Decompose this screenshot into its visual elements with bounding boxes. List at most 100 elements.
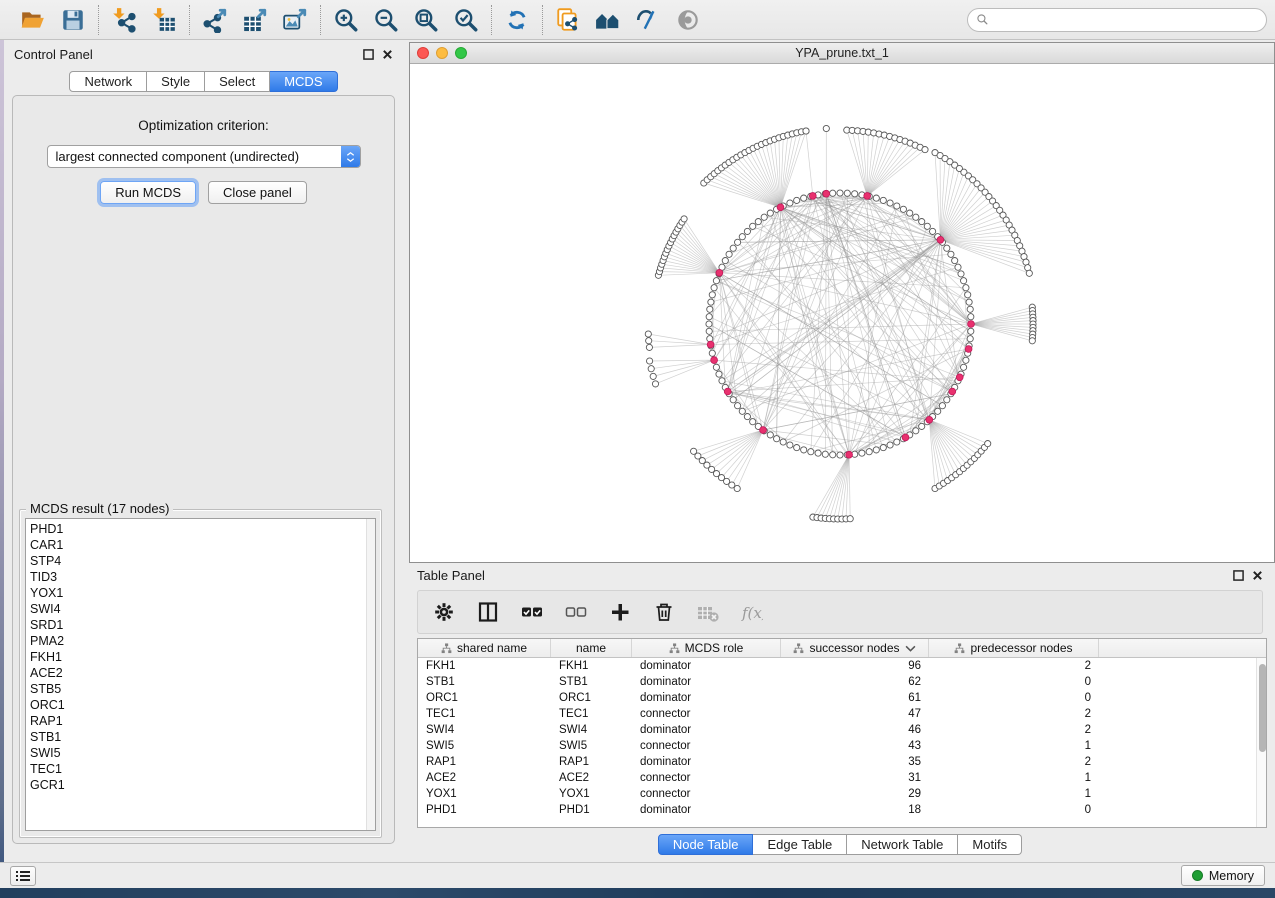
tab-edge-table[interactable]: Edge Table <box>753 834 847 855</box>
table-row[interactable]: TEC1TEC1connector472 <box>418 706 1256 722</box>
mcds-result-item[interactable]: SWI4 <box>30 601 371 617</box>
svg-text:f(x): f(x) <box>741 604 763 622</box>
table-cell: connector <box>632 738 781 754</box>
table-row[interactable]: FKH1FKH1dominator962 <box>418 658 1256 674</box>
table-row[interactable]: PHD1PHD1dominator180 <box>418 802 1256 818</box>
clone-network-button[interactable] <box>553 5 583 35</box>
tab-mcds[interactable]: MCDS <box>270 71 337 92</box>
tab-node-table[interactable]: Node Table <box>658 834 754 855</box>
mcds-result-item[interactable]: RAP1 <box>30 713 371 729</box>
column-header-name[interactable]: name <box>551 639 632 657</box>
tab-style[interactable]: Style <box>147 71 205 92</box>
table-scrollbar[interactable] <box>1256 658 1266 827</box>
table-row[interactable]: SWI5SWI5connector431 <box>418 738 1256 754</box>
column-header-shared-name[interactable]: shared name <box>418 639 551 657</box>
float-table-panel-icon[interactable] <box>1233 570 1244 581</box>
export-table-button[interactable] <box>240 5 270 35</box>
table-cell: 18 <box>781 802 929 818</box>
mcds-result-item[interactable]: ACE2 <box>30 665 371 681</box>
delete-column-button[interactable] <box>652 600 676 624</box>
table-toolbar: f(x) <box>417 590 1263 634</box>
tab-motifs[interactable]: Motifs <box>958 834 1022 855</box>
eye-slash-button[interactable] <box>633 5 663 35</box>
memory-button[interactable]: Memory <box>1181 865 1265 886</box>
open-folder-button[interactable] <box>18 5 48 35</box>
mcds-result-item[interactable]: STP4 <box>30 553 371 569</box>
mcds-result-item[interactable]: STB1 <box>30 729 371 745</box>
table-cell: connector <box>632 770 781 786</box>
table-cell: STB1 <box>551 674 632 690</box>
mcds-result-item[interactable]: SRD1 <box>30 617 371 633</box>
mcds-result-item[interactable]: GCR1 <box>30 777 371 793</box>
tab-network-table[interactable]: Network Table <box>847 834 958 855</box>
mcds-result-item[interactable]: STB5 <box>30 681 371 697</box>
import-table-button[interactable] <box>149 5 179 35</box>
unchecked-boxes-button[interactable] <box>564 600 588 624</box>
criterion-dropdown[interactable]: largest connected component (undirected) <box>47 145 361 168</box>
mcds-result-item[interactable]: CAR1 <box>30 537 371 553</box>
column-header-predecessor-nodes[interactable]: predecessor nodes <box>929 639 1099 657</box>
run-mcds-button[interactable]: Run MCDS <box>100 181 196 204</box>
table-panel-title: Table Panel <box>417 568 485 583</box>
mcds-result-item[interactable]: ORC1 <box>30 697 371 713</box>
control-panel: Control Panel NetworkStyleSelectMCDS Opt… <box>4 41 403 862</box>
zoom-out-button[interactable] <box>371 5 401 35</box>
table-cell: PHD1 <box>551 802 632 818</box>
network-window-titlebar[interactable]: YPA_prune.txt_1 <box>410 43 1274 64</box>
eye-slash-icon <box>635 7 661 33</box>
tab-select[interactable]: Select <box>205 71 270 92</box>
split-columns-icon <box>477 601 499 623</box>
column-header-MCDS-role[interactable]: MCDS role <box>632 639 781 657</box>
mcds-result-list[interactable]: PHD1CAR1STP4TID3YOX1SWI4SRD1PMA2FKH1ACE2… <box>25 518 376 831</box>
eye-disabled-button[interactable] <box>673 5 703 35</box>
zoom-selected-button[interactable] <box>451 5 481 35</box>
table-row[interactable]: SWI4SWI4dominator462 <box>418 722 1256 738</box>
mcds-result-scrollbar[interactable] <box>366 519 375 830</box>
export-image-button[interactable] <box>280 5 310 35</box>
mcds-result-item[interactable]: YOX1 <box>30 585 371 601</box>
checked-boxes-button[interactable] <box>520 600 544 624</box>
mcds-result-item[interactable]: SWI5 <box>30 745 371 761</box>
gear-button[interactable] <box>432 600 456 624</box>
export-network-button[interactable] <box>200 5 230 35</box>
close-panel-button[interactable]: Close panel <box>208 181 307 204</box>
table-row[interactable]: STB1STB1dominator620 <box>418 674 1256 690</box>
table-cell: dominator <box>632 722 781 738</box>
tab-network[interactable]: Network <box>69 71 147 92</box>
table-row[interactable]: ORC1ORC1dominator610 <box>418 690 1256 706</box>
table-row[interactable]: YOX1YOX1connector291 <box>418 786 1256 802</box>
column-shared-icon <box>441 643 452 654</box>
split-columns-button[interactable] <box>476 600 500 624</box>
search-input[interactable] <box>994 13 1258 27</box>
close-panel-icon[interactable] <box>382 49 393 60</box>
search-box[interactable] <box>967 8 1267 32</box>
table-cell: 0 <box>929 690 1099 706</box>
import-network-button[interactable] <box>109 5 139 35</box>
table-cell: 61 <box>781 690 929 706</box>
node-table[interactable]: shared namename MCDS role successor node… <box>417 638 1267 828</box>
add-column-icon <box>609 601 631 623</box>
refresh-button[interactable] <box>502 5 532 35</box>
table-row[interactable]: RAP1RAP1dominator352 <box>418 754 1256 770</box>
task-history-button[interactable] <box>10 866 36 886</box>
column-header-successor-nodes[interactable]: successor nodes <box>781 639 929 657</box>
zoom-fit-button[interactable] <box>411 5 441 35</box>
mcds-result-item[interactable]: PMA2 <box>30 633 371 649</box>
float-panel-icon[interactable] <box>363 49 374 60</box>
houses-button[interactable] <box>593 5 623 35</box>
zoom-in-button[interactable] <box>331 5 361 35</box>
export-table-icon <box>242 7 268 33</box>
mcds-result-item[interactable]: TEC1 <box>30 761 371 777</box>
table-cell: STB1 <box>418 674 551 690</box>
close-table-panel-icon[interactable] <box>1252 570 1263 581</box>
column-header-filler <box>1099 639 1266 657</box>
add-column-button[interactable] <box>608 600 632 624</box>
search-icon <box>976 13 989 26</box>
network-canvas[interactable] <box>410 64 1274 562</box>
mcds-result-item[interactable]: FKH1 <box>30 649 371 665</box>
mcds-result-item[interactable]: TID3 <box>30 569 371 585</box>
table-cell: 2 <box>929 722 1099 738</box>
mcds-result-item[interactable]: PHD1 <box>30 521 371 537</box>
save-button[interactable] <box>58 5 88 35</box>
table-row[interactable]: ACE2ACE2connector311 <box>418 770 1256 786</box>
